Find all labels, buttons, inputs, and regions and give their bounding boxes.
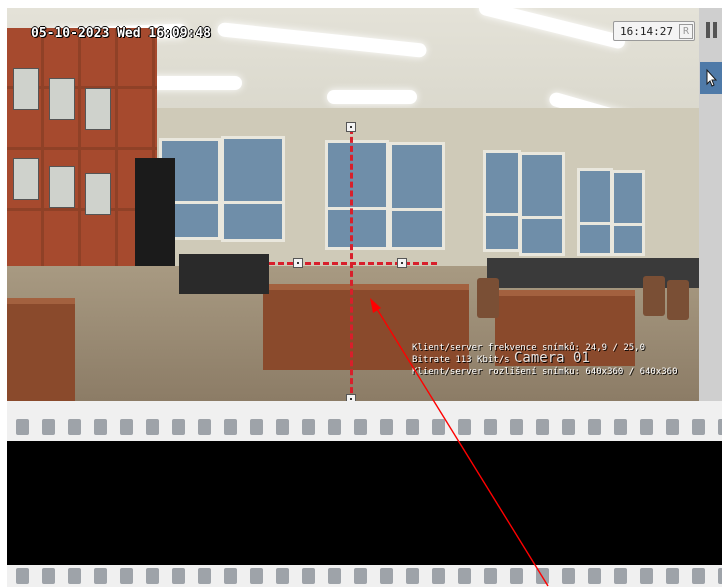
scene-desk <box>7 298 75 401</box>
pause-icon[interactable] <box>704 22 718 40</box>
film-hole <box>42 419 55 435</box>
pointer-cursor-tool[interactable] <box>700 62 722 94</box>
film-hole <box>328 419 341 435</box>
stats-fps: Klient/server frekvence snímků: 24,9 / 2… <box>412 343 645 353</box>
film-hole <box>198 419 211 435</box>
film-hole <box>510 568 523 584</box>
scene-window <box>389 142 445 250</box>
film-hole <box>562 568 575 584</box>
scene-panel <box>49 166 75 208</box>
record-indicator: R <box>678 23 693 39</box>
film-hole <box>276 419 289 435</box>
pointer-cursor-icon <box>706 68 718 87</box>
film-hole <box>380 568 393 584</box>
film-hole <box>640 419 653 435</box>
scene-panel <box>85 88 111 130</box>
scene-chair <box>477 278 499 318</box>
scene-panel <box>49 78 75 120</box>
scene-desk <box>179 254 269 294</box>
video-timestamp: 05-10-2023 Wed 16:09:48 <box>31 26 212 41</box>
film-hole <box>718 419 722 435</box>
film-hole <box>458 419 471 435</box>
crosshair-right-handle[interactable] <box>397 258 407 268</box>
scene-window <box>611 170 645 256</box>
film-hole <box>536 568 549 584</box>
film-hole <box>42 568 55 584</box>
current-time-badge: 16:14:27 R <box>613 21 695 41</box>
stream-stats: Klient/server frekvence snímků: 24,9 / 2… <box>412 342 678 378</box>
film-hole <box>432 568 445 584</box>
film-hole <box>302 419 315 435</box>
film-hole <box>588 419 601 435</box>
film-hole <box>406 568 419 584</box>
film-hole <box>484 568 497 584</box>
film-hole <box>458 568 471 584</box>
film-hole <box>120 419 133 435</box>
film-hole <box>406 419 419 435</box>
scene-chair <box>643 276 665 316</box>
film-holes-bottom <box>7 565 722 587</box>
scene-light <box>147 76 242 90</box>
film-hole <box>250 568 263 584</box>
film-hole <box>484 419 497 435</box>
film-hole <box>354 568 367 584</box>
crosshair-left-handle[interactable] <box>293 258 303 268</box>
current-time: 16:14:27 <box>620 24 673 38</box>
film-hole <box>68 568 81 584</box>
film-hole <box>692 568 705 584</box>
film-hole <box>666 568 679 584</box>
scene-window <box>483 150 521 252</box>
scene-panel <box>13 68 39 110</box>
film-hole <box>120 568 133 584</box>
film-hole <box>250 419 263 435</box>
film-hole <box>380 419 393 435</box>
film-hole <box>328 568 341 584</box>
scene-light <box>327 90 417 104</box>
scene-window <box>325 140 389 250</box>
film-hole <box>640 568 653 584</box>
camera-viewport[interactable]: 05-10-2023 Wed 16:09:48 16:14:27 R Camer… <box>7 8 699 401</box>
film-hole <box>276 568 289 584</box>
scene-chair <box>667 280 689 320</box>
stats-resolution: Klient/server rozlišení snímku: 640x360 … <box>412 367 678 377</box>
film-hole <box>172 568 185 584</box>
crosshair-top-handle[interactable] <box>346 122 356 132</box>
scene-panel <box>85 173 111 215</box>
film-hole <box>172 419 185 435</box>
film-hole <box>536 419 549 435</box>
scene-window <box>519 152 565 256</box>
film-hole <box>16 419 29 435</box>
film-hole <box>302 568 315 584</box>
film-hole <box>16 568 29 584</box>
film-hole <box>94 568 107 584</box>
film-hole <box>224 419 237 435</box>
film-hole <box>198 568 211 584</box>
film-hole <box>562 419 575 435</box>
film-hole <box>718 568 722 584</box>
film-hole <box>68 419 81 435</box>
scene-window <box>221 136 285 242</box>
film-hole <box>510 419 523 435</box>
film-hole <box>666 419 679 435</box>
film-holes-top <box>7 401 722 441</box>
film-hole <box>146 419 159 435</box>
film-strip-top <box>7 401 722 441</box>
film-hole <box>224 568 237 584</box>
film-hole <box>692 419 705 435</box>
film-hole <box>614 419 627 435</box>
film-hole <box>432 419 445 435</box>
stats-bitrate: Bitrate 113 Kbit/s <box>412 355 510 365</box>
scene-window <box>577 168 613 256</box>
film-hole <box>614 568 627 584</box>
film-strip-bottom <box>7 565 722 587</box>
film-hole <box>94 419 107 435</box>
crosshair-bottom-handle[interactable] <box>346 394 356 401</box>
scene-panel <box>13 158 39 200</box>
timeline-area[interactable] <box>7 441 722 565</box>
film-hole <box>588 568 601 584</box>
film-hole <box>146 568 159 584</box>
film-hole <box>354 419 367 435</box>
